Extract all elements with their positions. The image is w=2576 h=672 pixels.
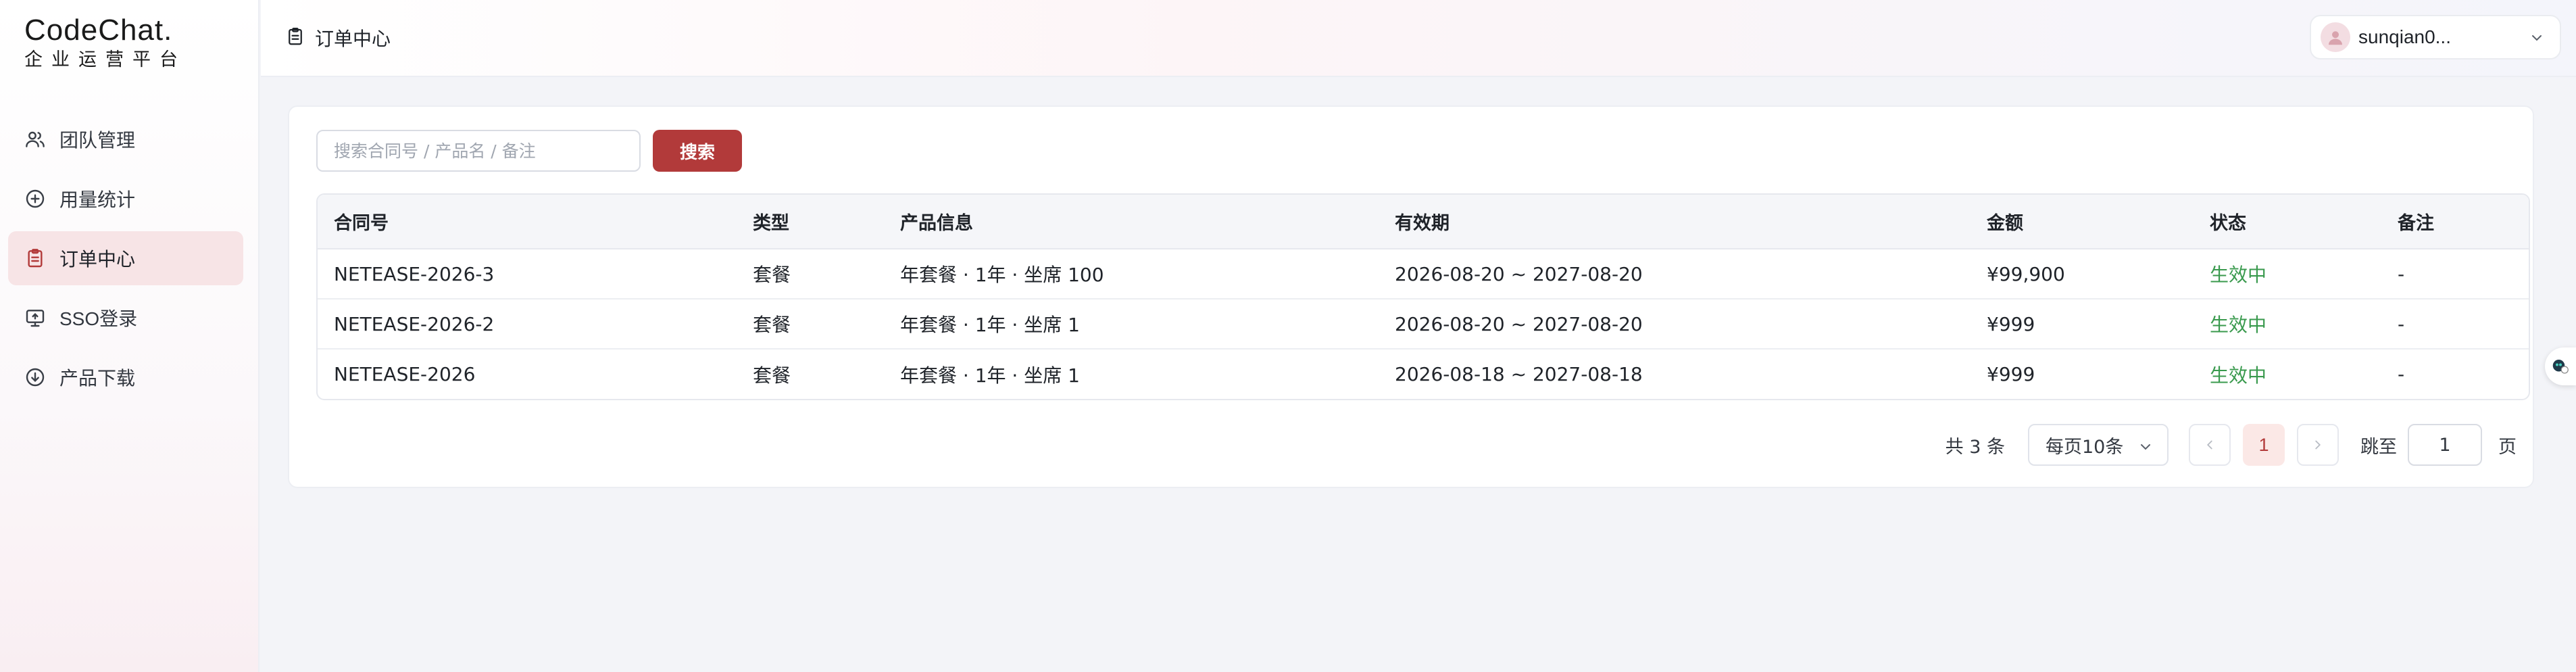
orders-panel: 搜索 合同号 类型 产品信息 有效期 金额 状态 备注 NETEASE-2026 bbox=[288, 105, 2534, 488]
sidebar: CodeChat. 企业运营平台 团队管理 用量统计 订单中心 SSO登录 产品… bbox=[0, 0, 259, 672]
column-header: 金额 bbox=[1971, 195, 2194, 249]
page-title: 订单中心 bbox=[285, 24, 391, 51]
sidebar-item-label: 用量统计 bbox=[59, 189, 136, 210]
cell-contract-no: NETEASE-2026 bbox=[334, 363, 476, 385]
sidebar-item-label: 团队管理 bbox=[59, 130, 136, 151]
user-menu[interactable]: sunqian0... bbox=[2310, 15, 2561, 59]
search-button[interactable]: 搜索 bbox=[653, 130, 742, 172]
page-size-select[interactable]: 每页10条 bbox=[2028, 424, 2169, 466]
cell-validity: 2026-08-20 ~ 2027-08-20 bbox=[1379, 299, 1971, 350]
sidebar-nav: 团队管理 用量统计 订单中心 SSO登录 产品下载 bbox=[8, 112, 243, 410]
orders-table: 合同号 类型 产品信息 有效期 金额 状态 备注 NETEASE-2026-3 … bbox=[316, 193, 2530, 400]
search-input[interactable] bbox=[316, 130, 641, 172]
page-title-text: 订单中心 bbox=[315, 28, 391, 49]
status-badge: 生效中 bbox=[2194, 299, 2381, 350]
download-circle-icon bbox=[23, 365, 47, 389]
column-header: 有效期 bbox=[1379, 195, 1971, 249]
assistant-float-button[interactable] bbox=[2545, 347, 2576, 385]
page-number-current[interactable]: 1 bbox=[2243, 424, 2285, 466]
sidebar-item-orders[interactable]: 订单中心 bbox=[8, 231, 243, 285]
table-row[interactable]: NETEASE-2026 套餐 年套餐 · 1年 · 坐席 1 2026-08-… bbox=[318, 349, 2529, 399]
user-name: sunqian0... bbox=[2358, 26, 2451, 47]
cell-type: 套餐 bbox=[753, 364, 791, 387]
chevron-left-icon bbox=[2206, 440, 2212, 450]
chevron-right-icon bbox=[2315, 440, 2321, 450]
jump-page-input[interactable] bbox=[2408, 424, 2482, 466]
sidebar-item-label: 产品下载 bbox=[59, 368, 136, 389]
total-count: 共 3 条 bbox=[1945, 436, 2005, 458]
column-header: 备注 bbox=[2381, 195, 2529, 249]
next-page-button[interactable] bbox=[2297, 424, 2339, 466]
page-unit-label: 页 bbox=[2498, 436, 2517, 458]
users-icon bbox=[23, 127, 47, 151]
cell-note: - bbox=[2398, 363, 2405, 385]
sidebar-item-download[interactable]: 产品下载 bbox=[8, 350, 243, 404]
pagination: 共 3 条 每页10条 1 跳至 页 bbox=[1946, 423, 2517, 466]
clipboard-icon bbox=[23, 246, 47, 270]
sidebar-item-usage[interactable]: 用量统计 bbox=[8, 172, 243, 226]
sidebar-item-label: 订单中心 bbox=[59, 249, 136, 270]
cell-note: - bbox=[2381, 249, 2529, 299]
sidebar-item-label: SSO登录 bbox=[59, 308, 138, 329]
cell-product-info: 年套餐 · 1年 · 坐席 1 bbox=[884, 299, 1379, 350]
column-header: 合同号 bbox=[318, 195, 737, 249]
column-header: 类型 bbox=[737, 195, 884, 249]
status-badge: 生效中 bbox=[2194, 249, 2381, 299]
cell-validity: 2026-08-20 ~ 2027-08-20 bbox=[1379, 249, 1971, 299]
cell-product-info: 年套餐 · 1年 · 坐席 1 bbox=[900, 364, 1080, 387]
cell-contract-no: NETEASE-2026-3 bbox=[318, 249, 737, 299]
cell-type: 套餐 bbox=[737, 299, 884, 350]
cell-type: 套餐 bbox=[737, 249, 884, 299]
table-header-row: 合同号 类型 产品信息 有效期 金额 状态 备注 bbox=[318, 195, 2529, 249]
chevron-down-icon bbox=[2529, 30, 2545, 49]
jump-label: 跳至 bbox=[2360, 436, 2397, 458]
chevron-down-icon bbox=[2137, 439, 2154, 458]
plus-circle-icon bbox=[23, 187, 47, 211]
table-row[interactable]: NETEASE-2026-2 套餐 年套餐 · 1年 · 坐席 1 2026-0… bbox=[318, 299, 2529, 350]
logo-text: CodeChat. bbox=[24, 14, 173, 47]
prev-page-button[interactable] bbox=[2189, 424, 2231, 466]
cell-contract-no: NETEASE-2026-2 bbox=[318, 299, 737, 350]
column-header: 产品信息 bbox=[884, 195, 1379, 249]
monitor-icon bbox=[23, 306, 47, 330]
logo[interactable]: CodeChat. 企业运营平台 bbox=[24, 14, 187, 72]
table-row[interactable]: NETEASE-2026-3 套餐 年套餐 · 1年 · 坐席 100 2026… bbox=[318, 249, 2529, 299]
cell-validity: 2026-08-18 ~ 2027-08-18 bbox=[1395, 363, 1643, 385]
assistant-icon bbox=[2552, 360, 2569, 374]
top-header: 订单中心 sunqian0... bbox=[261, 0, 2576, 77]
sidebar-item-team[interactable]: 团队管理 bbox=[8, 112, 243, 166]
status-badge: 生效中 bbox=[2210, 364, 2267, 387]
cell-amount: ¥999 bbox=[1971, 299, 2194, 350]
page-size-value: 每页10条 bbox=[2046, 436, 2124, 458]
cell-product-info: 年套餐 · 1年 · 坐席 100 bbox=[884, 249, 1379, 299]
cell-amount: ¥999 bbox=[1987, 363, 2035, 385]
cell-note: - bbox=[2381, 299, 2529, 350]
column-header: 状态 bbox=[2194, 195, 2381, 249]
logo-subtitle: 企业运营平台 bbox=[24, 49, 187, 70]
avatar bbox=[2321, 22, 2350, 52]
cell-amount: ¥99,900 bbox=[1971, 249, 2194, 299]
sidebar-item-sso[interactable]: SSO登录 bbox=[8, 291, 243, 345]
clipboard-icon bbox=[285, 26, 305, 50]
